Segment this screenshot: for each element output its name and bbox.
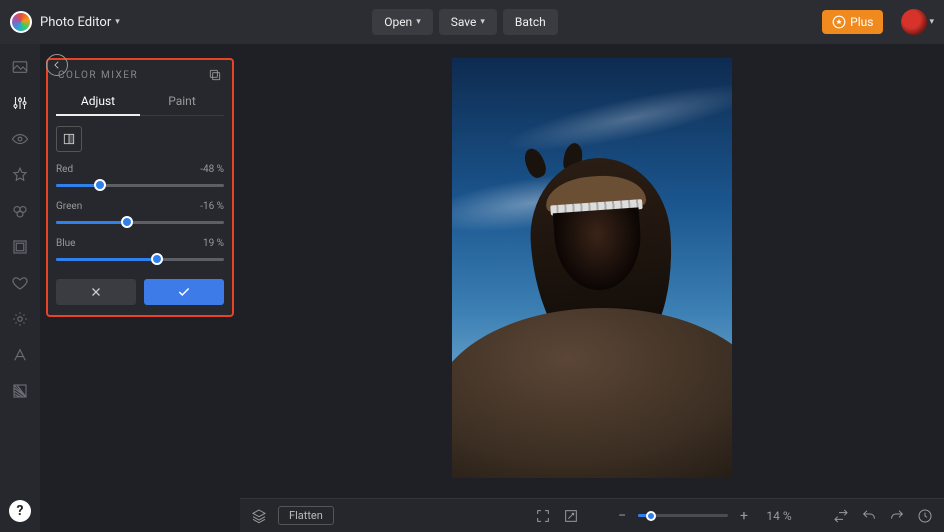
account-menu[interactable]: ▾ [901, 9, 934, 35]
zoom-controls: − + 14 % [614, 508, 798, 524]
compare-icon[interactable] [832, 507, 850, 525]
canvas-image [452, 58, 732, 478]
zoom-out-button[interactable]: − [614, 508, 630, 524]
save-label: Save [451, 15, 477, 29]
panel-column: COLOR MIXER Adjust Paint Red -48 % [40, 44, 240, 532]
slider-green: Green -16 % [56, 201, 224, 228]
slider-blue-value: 19 % [203, 238, 224, 249]
avatar [901, 9, 927, 35]
app-title-dropdown[interactable]: Photo Editor ▾ [40, 15, 120, 30]
panel-actions [56, 279, 224, 305]
sliders-tool-icon[interactable] [11, 94, 29, 112]
zoom-thumb[interactable] [646, 511, 656, 521]
bottom-bar: Flatten − + 14 % [240, 498, 944, 532]
undo-icon[interactable] [860, 507, 878, 525]
slider-blue-label: Blue [56, 238, 75, 249]
top-bar: Photo Editor ▾ Open ▾ Save ▾ Batch Plus … [0, 0, 944, 44]
batch-button[interactable]: Batch [503, 9, 558, 35]
panel-header: COLOR MIXER [56, 66, 224, 88]
star-circle-icon [832, 15, 846, 29]
slider-green-value: -16 % [200, 201, 224, 212]
main-area: ? COLOR MIXER Adjust Paint Red -48 % [0, 44, 944, 532]
copy-icon[interactable] [208, 68, 222, 82]
panel-title: COLOR MIXER [58, 70, 138, 81]
compare-toggle[interactable] [56, 126, 82, 152]
texture-tool-icon[interactable] [11, 382, 29, 400]
arrow-left-icon [52, 60, 62, 70]
heart-tool-icon[interactable] [11, 274, 29, 292]
star-tool-icon[interactable] [11, 166, 29, 184]
frame-tool-icon[interactable] [11, 238, 29, 256]
canvas-viewport[interactable] [240, 44, 944, 498]
chevron-down-icon: ▾ [480, 17, 485, 27]
batch-label: Batch [515, 15, 546, 29]
zoom-in-button[interactable]: + [736, 508, 752, 524]
app-title-label: Photo Editor [40, 15, 111, 30]
plus-upgrade-button[interactable]: Plus [822, 10, 883, 34]
slider-blue-thumb[interactable] [151, 253, 163, 265]
close-icon [90, 286, 102, 298]
slider-red-thumb[interactable] [94, 179, 106, 191]
color-mixer-panel: COLOR MIXER Adjust Paint Red -48 % [46, 58, 234, 317]
fit-screen-icon[interactable] [534, 507, 552, 525]
effects-tool-icon[interactable] [11, 202, 29, 220]
left-toolbar: ? [0, 44, 40, 532]
help-button[interactable]: ? [9, 500, 31, 522]
history-icon[interactable] [916, 507, 934, 525]
tab-paint[interactable]: Paint [140, 88, 224, 115]
canvas-area: Flatten − + 14 % [240, 44, 944, 532]
chevron-down-icon: ▾ [115, 17, 120, 27]
text-tool-icon[interactable] [11, 346, 29, 364]
tab-adjust[interactable]: Adjust [56, 88, 140, 116]
zoom-value: 14 % [760, 509, 798, 523]
image-tool-icon[interactable] [11, 58, 29, 76]
redo-icon[interactable] [888, 507, 906, 525]
slider-green-thumb[interactable] [121, 216, 133, 228]
slider-red-value: -48 % [200, 164, 224, 175]
back-button[interactable] [46, 54, 68, 76]
slider-red: Red -48 % [56, 164, 224, 191]
chevron-down-icon: ▾ [929, 17, 934, 27]
apply-button[interactable] [144, 279, 224, 305]
slider-red-track[interactable] [56, 179, 224, 191]
cancel-button[interactable] [56, 279, 136, 305]
panel-tabs: Adjust Paint [56, 88, 224, 116]
app-logo [10, 11, 32, 33]
check-icon [177, 285, 191, 299]
top-button-group: Open ▾ Save ▾ Batch [372, 9, 558, 35]
actual-size-icon[interactable] [562, 507, 580, 525]
plus-label: Plus [850, 15, 873, 29]
slider-blue-track[interactable] [56, 253, 224, 265]
open-label: Open [384, 15, 412, 29]
slider-green-track[interactable] [56, 216, 224, 228]
zoom-slider[interactable] [638, 510, 728, 522]
layers-icon[interactable] [250, 507, 268, 525]
slider-blue: Blue 19 % [56, 238, 224, 265]
slider-green-label: Green [56, 201, 82, 212]
slider-red-label: Red [56, 164, 73, 175]
eye-tool-icon[interactable] [11, 130, 29, 148]
open-button[interactable]: Open ▾ [372, 9, 433, 35]
gear-tool-icon[interactable] [11, 310, 29, 328]
save-button[interactable]: Save ▾ [439, 9, 497, 35]
split-compare-icon [62, 132, 76, 146]
chevron-down-icon: ▾ [416, 17, 421, 27]
flatten-button[interactable]: Flatten [278, 506, 334, 525]
